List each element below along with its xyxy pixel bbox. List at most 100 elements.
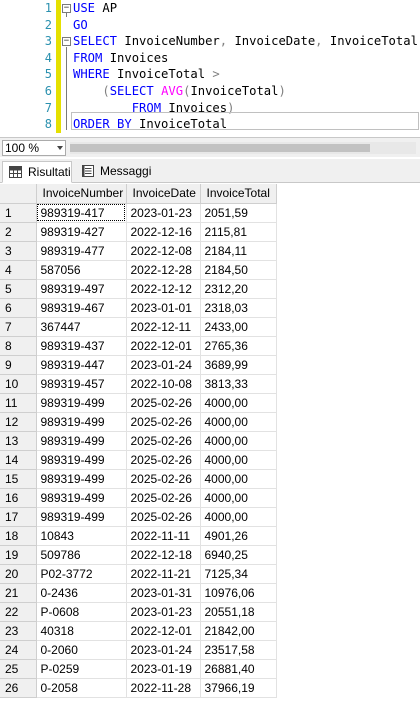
cell-invoice-number[interactable]: 0-2436 [36, 583, 127, 603]
cell-invoice-number[interactable]: 40318 [36, 621, 127, 641]
row-number[interactable]: 3 [0, 241, 37, 261]
row-number[interactable]: 10 [0, 374, 37, 394]
row-number[interactable]: 26 [0, 678, 37, 698]
cell-invoice-date[interactable]: 2025-02-26 [126, 450, 201, 470]
cell-invoice-date[interactable]: 2023-01-24 [126, 355, 201, 375]
cell-invoice-date[interactable]: 2022-12-18 [126, 545, 201, 565]
cell-invoice-number[interactable]: 587056 [36, 260, 127, 280]
code-line[interactable]: 3− SELECT InvoiceNumber, InvoiceDate, Inv… [0, 33, 420, 51]
cell-invoice-number[interactable]: 989319-477 [36, 241, 127, 261]
cell-invoice-date[interactable]: 2025-02-26 [126, 488, 201, 508]
cell-invoice-number[interactable]: 989319-497 [36, 279, 127, 299]
row-number[interactable]: 21 [0, 583, 37, 603]
cell-invoice-number[interactable]: 989319-457 [36, 374, 127, 394]
table-row[interactable]: 12 989319-499 2025-02-26 4000,00 [0, 412, 277, 432]
cell-invoice-date[interactable]: 2023-01-23 [126, 602, 201, 622]
row-number[interactable]: 11 [0, 393, 37, 413]
row-number[interactable]: 9 [0, 355, 37, 375]
cell-invoice-total[interactable]: 2184,11 [200, 241, 277, 261]
cell-invoice-number[interactable]: 989319-499 [36, 431, 127, 451]
row-number[interactable]: 18 [0, 526, 37, 546]
horizontal-scrollbar[interactable] [70, 142, 416, 154]
table-row[interactable]: 4 587056 2022-12-28 2184,50 [0, 260, 277, 280]
cell-invoice-date[interactable]: 2022-11-28 [126, 678, 201, 698]
code-line[interactable]: 1 − USE AP [0, 0, 420, 17]
row-number[interactable]: 8 [0, 336, 37, 356]
cell-invoice-number[interactable]: 989319-467 [36, 298, 127, 318]
table-row[interactable]: 15 989319-499 2025-02-26 4000,00 [0, 469, 277, 489]
cell-invoice-total[interactable]: 2765,36 [200, 336, 277, 356]
cell-invoice-number[interactable]: 989319-499 [36, 507, 127, 527]
cell-invoice-date[interactable]: 2023-01-31 [126, 583, 201, 603]
cell-invoice-date[interactable]: 2023-01-23 [126, 203, 201, 223]
column-header-invoice-number[interactable]: InvoiceNumber [36, 184, 127, 204]
column-header-invoice-total[interactable]: InvoiceTotal [200, 184, 277, 204]
cell-invoice-total[interactable]: 2184,50 [200, 260, 277, 280]
cell-invoice-total[interactable]: 23517,58 [200, 640, 277, 660]
cell-invoice-number[interactable]: 989319-499 [36, 488, 127, 508]
table-row[interactable]: 14 989319-499 2025-02-26 4000,00 [0, 450, 277, 470]
cell-invoice-total[interactable]: 37966,19 [200, 678, 277, 698]
row-number[interactable]: 5 [0, 279, 37, 299]
tab-messages[interactable]: Messaggi [76, 161, 154, 183]
cell-invoice-total[interactable]: 2318,03 [200, 298, 277, 318]
cell-invoice-total[interactable]: 2433,00 [200, 317, 277, 337]
cell-invoice-date[interactable]: 2022-12-01 [126, 621, 201, 641]
row-number[interactable]: 17 [0, 507, 37, 527]
row-number[interactable]: 2 [0, 222, 37, 242]
table-row[interactable]: 1 989319-417 2023-01-23 2051,59 [0, 203, 277, 223]
cell-invoice-total[interactable]: 4901,26 [200, 526, 277, 546]
row-number[interactable]: 7 [0, 317, 37, 337]
table-row[interactable]: 13 989319-499 2025-02-26 4000,00 [0, 431, 277, 451]
table-row[interactable]: 7 367447 2022-12-11 2433,00 [0, 317, 277, 337]
sql-editor[interactable]: 1− USE AP 2 GO 3− SELECT InvoiceNumber, Invoi… [0, 0, 420, 134]
cell-invoice-date[interactable]: 2025-02-26 [126, 507, 201, 527]
table-row[interactable]: 5 989319-497 2022-12-12 2312,20 [0, 279, 277, 299]
cell-invoice-total[interactable]: 4000,00 [200, 450, 277, 470]
column-header-invoice-date[interactable]: InvoiceDate [126, 184, 201, 204]
table-row[interactable]: 20 P02-3772 2022-11-21 7125,34 [0, 564, 277, 584]
cell-invoice-number[interactable]: 989319-417 [36, 203, 127, 223]
cell-invoice-number[interactable]: P-0608 [36, 602, 127, 622]
row-number[interactable]: 4 [0, 260, 37, 280]
row-number[interactable]: 19 [0, 545, 37, 565]
cell-invoice-total[interactable]: 10976,06 [200, 583, 277, 603]
cell-invoice-date[interactable]: 2022-11-11 [126, 526, 201, 546]
cell-invoice-date[interactable]: 2023-01-24 [126, 640, 201, 660]
table-row[interactable]: 2 989319-427 2022-12-16 2115,81 [0, 222, 277, 242]
code-line[interactable]: 5 WHERE InvoiceTotal > [0, 66, 420, 84]
table-row[interactable]: 16 989319-499 2025-02-26 4000,00 [0, 488, 277, 508]
cell-invoice-number[interactable]: P-0259 [36, 659, 127, 679]
code-line[interactable]: 2 GO [0, 16, 420, 34]
cell-invoice-date[interactable]: 2022-12-11 [126, 317, 201, 337]
table-row[interactable]: 6 989319-467 2023-01-01 2318,03 [0, 298, 277, 318]
row-number[interactable]: 22 [0, 602, 37, 622]
cell-invoice-number[interactable]: 989319-427 [36, 222, 127, 242]
cell-invoice-date[interactable]: 2023-01-01 [126, 298, 201, 318]
scrollbar-thumb[interactable] [70, 144, 370, 152]
cell-invoice-total[interactable]: 3689,99 [200, 355, 277, 375]
results-grid[interactable]: InvoiceNumber InvoiceDate InvoiceTotal 1… [0, 184, 420, 705]
row-number[interactable]: 12 [0, 412, 37, 432]
row-number[interactable]: 23 [0, 621, 37, 641]
row-number[interactable]: 20 [0, 564, 37, 584]
cell-invoice-number[interactable]: 989319-499 [36, 412, 127, 432]
row-number[interactable]: 1 [0, 203, 37, 223]
cell-invoice-total[interactable]: 4000,00 [200, 412, 277, 432]
cell-invoice-total[interactable]: 3813,33 [200, 374, 277, 394]
cell-invoice-total[interactable]: 2312,20 [200, 279, 277, 299]
cell-invoice-number[interactable]: 989319-499 [36, 450, 127, 470]
cell-invoice-number[interactable]: 509786 [36, 545, 127, 565]
grid-corner[interactable] [0, 184, 37, 204]
collapse-icon[interactable]: − [62, 37, 71, 47]
row-number[interactable]: 6 [0, 298, 37, 318]
row-number[interactable]: 15 [0, 469, 37, 489]
cell-invoice-date[interactable]: 2025-02-26 [126, 431, 201, 451]
table-row[interactable]: 17 989319-499 2025-02-26 4000,00 [0, 507, 277, 527]
table-row[interactable]: 9 989319-447 2023-01-24 3689,99 [0, 355, 277, 375]
row-number[interactable]: 14 [0, 450, 37, 470]
code-line[interactable]: 6 (SELECT AVG(InvoiceTotal) [0, 83, 420, 100]
cell-invoice-number[interactable]: P02-3772 [36, 564, 127, 584]
cell-invoice-number[interactable]: 367447 [36, 317, 127, 337]
zoom-select[interactable]: 100 % [2, 140, 66, 156]
